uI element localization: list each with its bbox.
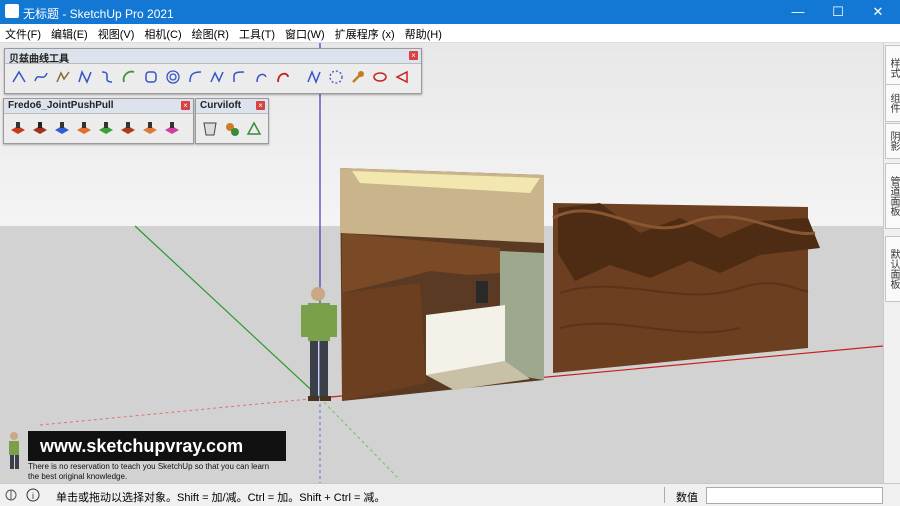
- svg-text:i: i: [32, 491, 34, 501]
- sketchup-app-icon: [5, 4, 19, 18]
- menu-window[interactable]: 窗口(W): [280, 24, 330, 44]
- loft-by-spline-icon[interactable]: [200, 119, 219, 138]
- red-arc-icon[interactable]: [273, 67, 292, 86]
- menu-bar: 文件(F) 编辑(E) 视图(V) 相机(C) 绘图(R) 工具(T) 窗口(W) 扩展程序 …: [0, 24, 900, 43]
- thicken-pushpull-icon[interactable]: [118, 119, 137, 138]
- fillet-icon[interactable]: [229, 67, 248, 86]
- watermark-line-1: There is no reservation to teach you Ske…: [28, 462, 270, 471]
- wrench-icon[interactable]: [348, 67, 367, 86]
- loop-icon[interactable]: [370, 67, 389, 86]
- loft-along-path-icon[interactable]: [222, 119, 241, 138]
- rounded-corner-icon[interactable]: [185, 67, 204, 86]
- close-button[interactable]: ✕: [856, 0, 900, 24]
- bezier-toolbar-close[interactable]: ×: [409, 51, 418, 60]
- minimize-button[interactable]: —: [776, 0, 820, 24]
- bezier-toolbar-header[interactable]: 贝兹曲线工具 ×: [5, 49, 421, 65]
- green-axis: [134, 225, 321, 399]
- jointpushpull-toolbar-close[interactable]: ×: [181, 101, 190, 110]
- toolbar-separator: [295, 67, 301, 86]
- tray-tab-components[interactable]: 组件: [885, 84, 900, 122]
- model-viewport[interactable]: 贝兹曲线工具 × Fredo6_JointPushPull × Curvilof…: [0, 43, 883, 483]
- red-axis-negative: [39, 397, 321, 426]
- vector-pushpull-icon[interactable]: [30, 119, 49, 138]
- finish-pushpull-icon[interactable]: [162, 119, 181, 138]
- bezier-curve-icon[interactable]: [31, 67, 50, 86]
- tray-tab-shadows[interactable]: 阴影: [885, 123, 900, 159]
- person-figure[interactable]: [301, 287, 337, 401]
- menu-camera[interactable]: 相机(C): [139, 24, 186, 44]
- jointpushpull-toolbar: Fredo6_JointPushPull ×: [3, 98, 194, 144]
- menu-view[interactable]: 视图(V): [93, 24, 140, 44]
- jointpushpull-toolbar-header[interactable]: Fredo6_JointPushPull ×: [4, 99, 193, 114]
- curviloft-toolbar-title: Curviloft: [200, 100, 242, 111]
- measurements-label: 数值: [676, 492, 698, 504]
- bezier-arc-icon[interactable]: [9, 67, 28, 86]
- curviloft-toolbar-header[interactable]: Curviloft ×: [196, 99, 268, 114]
- extrude-pushpull-icon[interactable]: [74, 119, 93, 138]
- tray-tab-pipe-panel[interactable]: 管道面板: [885, 163, 900, 229]
- freehand-curve-icon[interactable]: [53, 67, 72, 86]
- status-bar: i 单击或拖动以选择对象。Shift = 加/减。Ctrl = 加。Shift …: [0, 483, 900, 506]
- closed-curve-icon[interactable]: [392, 67, 411, 86]
- green-axis-negative: [319, 397, 401, 481]
- rectangle-icon[interactable]: [141, 67, 160, 86]
- watermark-url: www.sketchupvray.com: [28, 431, 286, 461]
- tray-tab-default-panel[interactable]: 默认面板: [885, 236, 900, 302]
- info-icon[interactable]: i: [26, 488, 40, 502]
- bend-icon[interactable]: [251, 67, 270, 86]
- polyline-icon[interactable]: [304, 67, 323, 86]
- follow-pushpull-icon[interactable]: [96, 119, 115, 138]
- spline-icon[interactable]: [75, 67, 94, 86]
- bezier-toolbar: 贝兹曲线工具 ×: [4, 48, 422, 94]
- wood-wave-panel[interactable]: [552, 203, 820, 373]
- measurements-input[interactable]: [706, 487, 883, 504]
- default-tray: 样式 组件 阴影 管道面板 默认面板: [883, 43, 900, 483]
- title-bar: 无标题 - SketchUp Pro 2021 — ☐ ✕: [0, 0, 900, 24]
- menu-tools[interactable]: 工具(T): [234, 24, 280, 44]
- watermark-line-2: the best original knowledge.: [28, 472, 128, 481]
- bezier-toolbar-title: 贝兹曲线工具: [9, 54, 69, 65]
- undo-pushpull-icon[interactable]: [140, 119, 159, 138]
- watermark-caption: There is no reservation to teach you Ske…: [28, 462, 328, 482]
- curviloft-toolbar-close[interactable]: ×: [256, 101, 265, 110]
- circle-points-icon[interactable]: [326, 67, 345, 86]
- cubic-bezier-icon[interactable]: [97, 67, 116, 86]
- menu-file[interactable]: 文件(F): [0, 24, 46, 44]
- jointpushpull-toolbar-title: Fredo6_JointPushPull: [8, 100, 114, 111]
- watermark-person-icon: [9, 432, 19, 469]
- menu-draw[interactable]: 绘图(R): [187, 24, 234, 44]
- curviloft-toolbar: Curviloft ×: [195, 98, 269, 144]
- reference-photo[interactable]: [340, 168, 544, 401]
- menu-edit[interactable]: 编辑(E): [46, 24, 93, 44]
- joint-pushpull-icon[interactable]: [8, 119, 27, 138]
- zigzag-icon[interactable]: [207, 67, 226, 86]
- geo-location-icon[interactable]: [4, 488, 18, 502]
- normal-pushpull-icon[interactable]: [52, 119, 71, 138]
- status-divider: [664, 487, 665, 503]
- status-hint: 单击或拖动以选择对象。Shift = 加/减。Ctrl = 加。Shift + …: [56, 492, 386, 504]
- arc-icon[interactable]: [119, 67, 138, 86]
- spiral-icon[interactable]: [163, 67, 182, 86]
- menu-extensions[interactable]: 扩展程序 (x): [330, 24, 400, 44]
- skinning-icon[interactable]: [244, 119, 263, 138]
- window-title: 无标题 - SketchUp Pro 2021: [23, 7, 174, 21]
- maximize-button[interactable]: ☐: [816, 0, 860, 24]
- menu-help[interactable]: 帮助(H): [400, 24, 447, 44]
